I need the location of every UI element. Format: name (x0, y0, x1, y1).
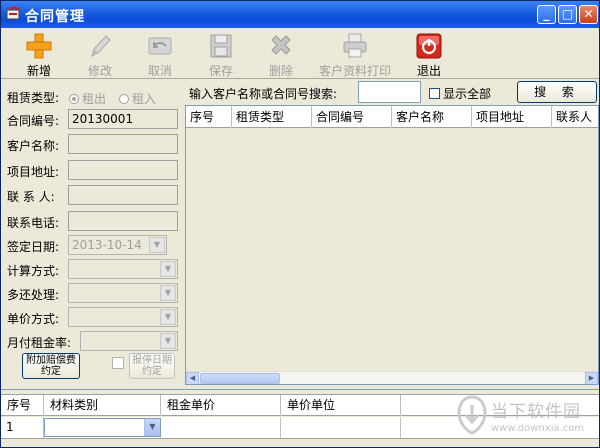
search-label: 输入客户名称或合同号搜索: (189, 87, 338, 101)
contact-phone-field[interactable] (68, 211, 178, 231)
search-input[interactable] (358, 81, 421, 103)
column-header[interactable]: 租金单价 (161, 395, 281, 416)
contract-no-field[interactable]: 20130001 (68, 109, 178, 129)
unit-price-method-select[interactable]: ▼ (68, 307, 178, 327)
checkbox-box (429, 88, 440, 99)
column-header[interactable]: 联系人 (552, 106, 598, 128)
column-header[interactable]: 序号 (186, 106, 232, 128)
watermark-url: www.downxia.com (491, 423, 585, 434)
delete-button[interactable]: 删除 (261, 30, 301, 78)
toolbar: 新增 修改 取消 保存 删除 客户资料打印 退出 (1, 28, 599, 79)
title-bar[interactable]: 合同管理 _ □ ✕ (1, 1, 599, 28)
project-address-field[interactable] (68, 160, 178, 180)
column-header[interactable]: 合同编号 (312, 106, 392, 128)
downxia-logo-icon (457, 395, 487, 435)
show-all-checkbox[interactable]: 显示全部 (429, 85, 491, 102)
watermark: 当下软件园 www.downxia.com (457, 391, 599, 447)
chevron-down-icon: ▼ (160, 333, 176, 349)
sign-date-picker[interactable]: 2013-10-14 ▼ (68, 235, 167, 255)
contact-phone-label: 联系电话: (7, 216, 60, 230)
column-header[interactable]: 项目地址 (472, 106, 552, 128)
rent-price-cell[interactable] (161, 417, 281, 438)
window-title: 合同管理 (25, 9, 85, 25)
column-header[interactable]: 序号 (1, 395, 44, 416)
close-button[interactable]: ✕ (579, 5, 598, 24)
contact-person-field[interactable] (68, 185, 178, 205)
delete-x-icon (271, 35, 291, 55)
app-icon (6, 6, 21, 20)
chevron-down-icon: ▼ (144, 419, 160, 436)
plus-icon (26, 33, 52, 59)
undo-icon (148, 37, 172, 55)
search-button[interactable]: 搜 索 (517, 81, 597, 103)
over-return-select[interactable]: ▼ (68, 283, 178, 303)
minimize-button[interactable]: _ (537, 5, 556, 24)
floppy-disk-icon (210, 34, 232, 58)
scrollbar-thumb[interactable] (200, 373, 280, 384)
stop-date-checkbox[interactable] (112, 357, 124, 369)
chevron-down-icon: ▼ (160, 309, 176, 325)
chevron-down-icon: ▼ (160, 261, 176, 277)
monthly-rent-rate-select[interactable]: ▼ (80, 331, 178, 351)
extra-compensation-button[interactable]: 附加赔偿费 约定 (22, 353, 80, 379)
print-customer-info-button[interactable]: 客户资料打印 (315, 30, 395, 78)
row-index: 1 (1, 417, 44, 438)
contract-form: 租赁类型: 租出 租入 合同编号: 20130001 客户名称: 项目地址: 联… (1, 81, 184, 386)
material-category-select[interactable]: ▼ (44, 418, 161, 437)
contract-no-label: 合同编号: (7, 114, 60, 128)
over-return-label: 多还处理: (7, 288, 60, 302)
sign-date-label: 签定日期: (7, 240, 60, 254)
column-header[interactable]: 单价单位 (281, 395, 401, 416)
exit-button[interactable]: 退出 (409, 30, 449, 78)
horizontal-scrollbar[interactable]: ◀ ▶ (186, 371, 598, 384)
maximize-button[interactable]: □ (558, 5, 577, 24)
lease-out-radio[interactable]: 租出 (69, 90, 106, 107)
column-header[interactable]: 客户名称 (392, 106, 472, 128)
price-unit-cell[interactable] (281, 417, 401, 438)
radio-dot (69, 94, 79, 104)
contract-management-window: 合同管理 _ □ ✕ 新增 修改 取消 保存 删除 客户资料打印 退出 租赁类型… (0, 0, 600, 448)
calc-method-label: 计算方式: (7, 264, 60, 278)
pencil-icon (91, 35, 111, 57)
column-header[interactable]: 租赁类型 (232, 106, 312, 128)
stop-date-button[interactable]: 报停日期 约定 (129, 353, 175, 379)
power-icon (416, 33, 442, 59)
chevron-down-icon: ▼ (149, 237, 165, 253)
customer-name-label: 客户名称: (7, 139, 60, 153)
printer-icon (343, 33, 367, 58)
contracts-grid-header: 序号 租赁类型 合同编号 客户名称 项目地址 联系人 (186, 106, 598, 128)
save-button[interactable]: 保存 (201, 30, 241, 78)
calc-method-select[interactable]: ▼ (68, 259, 178, 279)
column-header[interactable]: 材料类别 (44, 395, 161, 416)
lease-type-label: 租赁类型: (7, 91, 60, 105)
scroll-right-icon[interactable]: ▶ (585, 372, 598, 384)
customer-name-field[interactable] (68, 134, 178, 154)
scroll-left-icon[interactable]: ◀ (186, 372, 199, 384)
add-button[interactable]: 新增 (19, 30, 59, 78)
watermark-title: 当下软件园 (491, 402, 581, 422)
chevron-down-icon: ▼ (160, 285, 176, 301)
contact-person-label: 联 系 人: (7, 190, 55, 204)
monthly-rent-rate-label: 月付租金率: (7, 336, 72, 350)
lease-in-radio[interactable]: 租入 (119, 90, 156, 107)
radio-dot (119, 94, 129, 104)
edit-button[interactable]: 修改 (80, 30, 120, 78)
contracts-grid[interactable]: 序号 租赁类型 合同编号 客户名称 项目地址 联系人 ◀ ▶ (185, 105, 599, 385)
cancel-button[interactable]: 取消 (140, 30, 180, 78)
project-address-label: 项目地址: (7, 165, 60, 179)
unit-price-method-label: 单价方式: (7, 312, 60, 326)
